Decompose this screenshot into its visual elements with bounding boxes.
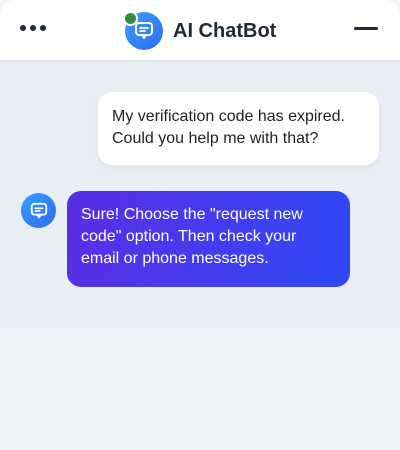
chat-header: AI ChatBot	[0, 0, 400, 60]
chatbot-avatar	[123, 11, 163, 50]
more-horizontal-icon-dot	[30, 25, 36, 31]
chat-bubble-icon	[135, 22, 153, 39]
user-message-text: My verification code has expired. Could …	[112, 108, 345, 147]
chat-title: AI ChatBot	[173, 19, 277, 42]
page-background-area	[0, 328, 400, 450]
more-options-button[interactable]	[20, 18, 46, 38]
user-message-bubble: My verification code has expired. Could …	[98, 92, 379, 165]
minimize-button[interactable]	[354, 27, 378, 30]
bot-avatar	[21, 193, 56, 228]
bot-message-text: Sure! Choose the "request new code" opti…	[81, 206, 303, 267]
more-horizontal-icon-dot	[40, 25, 46, 31]
chat-bubble-icon	[30, 202, 47, 218]
chatbot-brand: AI ChatBot	[123, 11, 277, 51]
more-horizontal-icon	[20, 25, 26, 31]
online-status-indicator	[123, 11, 138, 26]
chat-window: AI ChatBot My verification code has expi…	[0, 0, 400, 328]
bot-message-bubble: Sure! Choose the "request new code" opti…	[67, 191, 350, 287]
